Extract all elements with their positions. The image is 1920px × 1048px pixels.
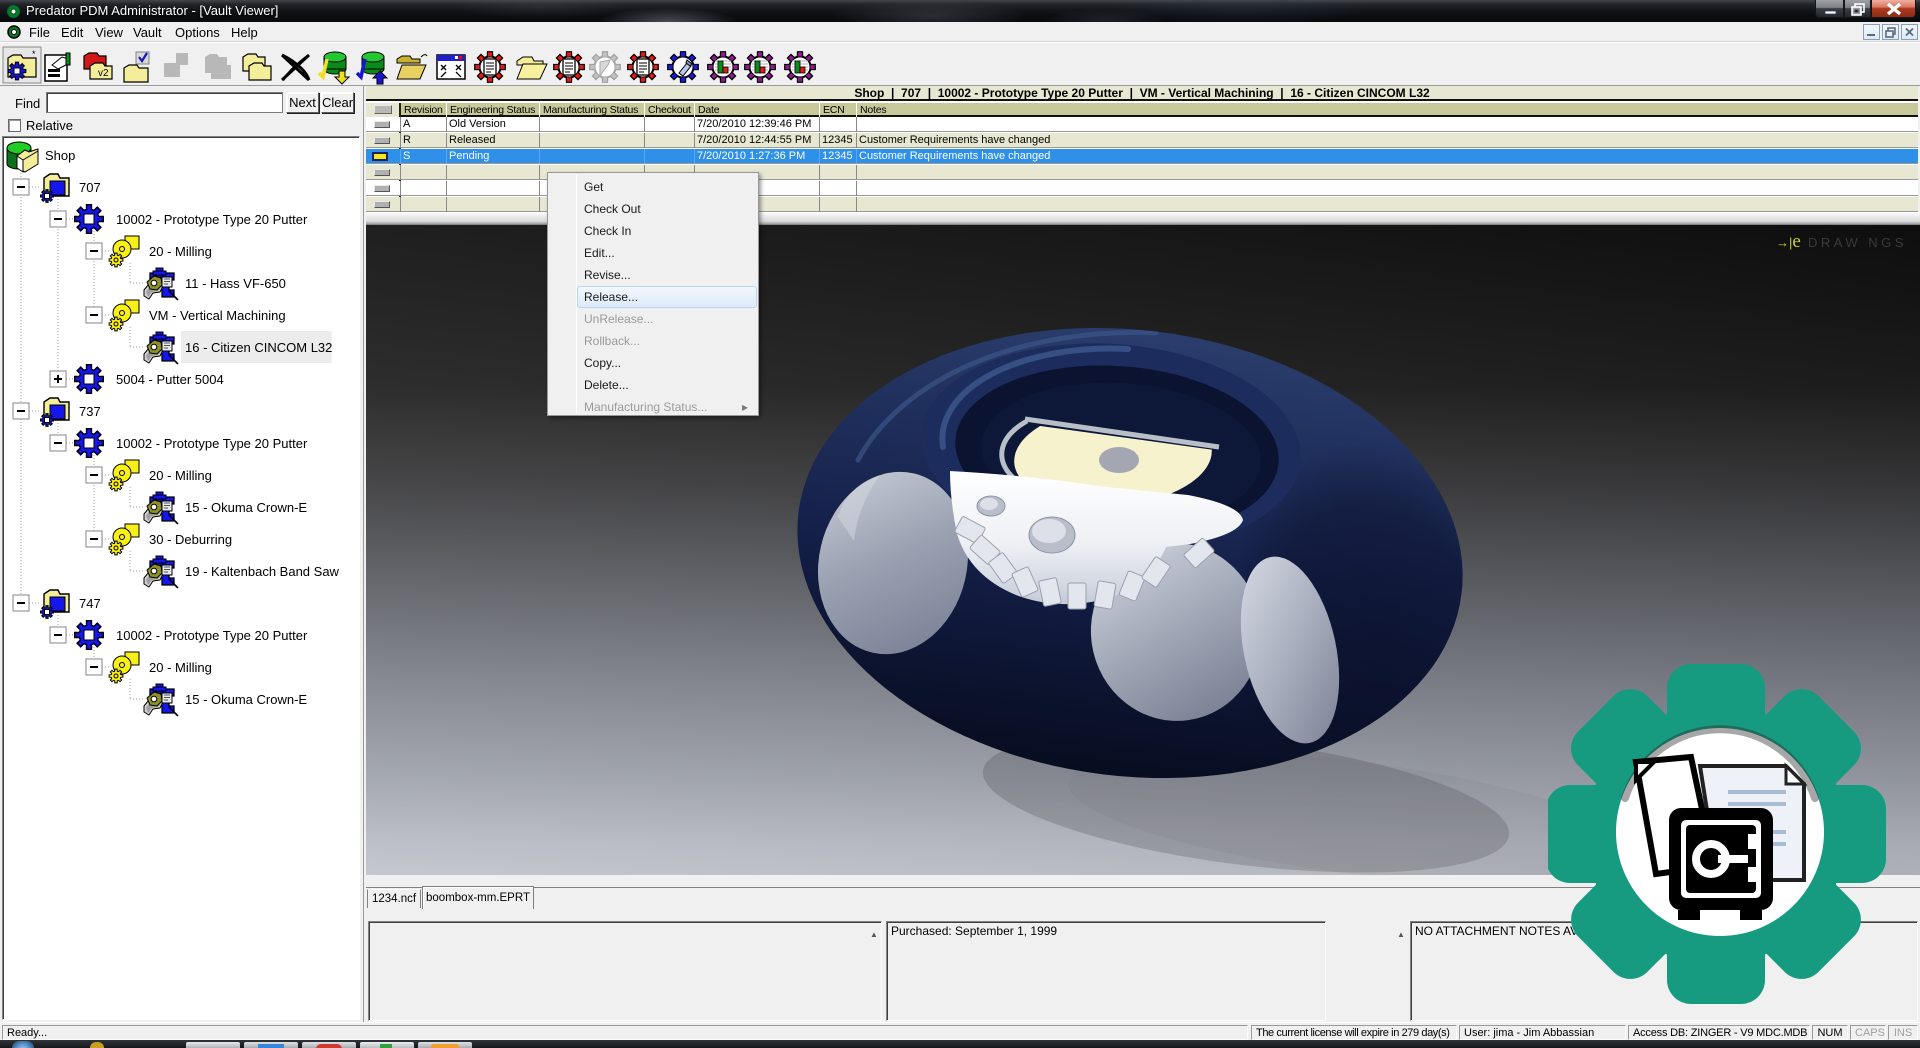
svg-text:19 - Kaltenbach Band Saw: 19 - Kaltenbach Band Saw xyxy=(185,564,340,579)
svg-text:*: * xyxy=(32,49,36,59)
svg-text:VM - Vertical Machining: VM - Vertical Machining xyxy=(149,308,286,323)
svg-text:Shop: Shop xyxy=(45,148,75,163)
svg-text:30 - Deburring: 30 - Deburring xyxy=(149,532,232,547)
svg-text:707: 707 xyxy=(79,180,101,195)
svg-text:5004 - Putter 5004: 5004 - Putter 5004 xyxy=(116,372,224,387)
svg-text:20 - Milling: 20 - Milling xyxy=(149,244,212,259)
svg-text:11 - Hass VF-650: 11 - Hass VF-650 xyxy=(185,276,286,291)
svg-text:20 - Milling: 20 - Milling xyxy=(149,660,212,675)
svg-text:10002 - Prototype Type 20 Putt: 10002 - Prototype Type 20 Putter xyxy=(116,436,308,451)
svg-text:10002 - Prototype Type 20 Putt: 10002 - Prototype Type 20 Putter xyxy=(116,212,308,227)
svg-text:20 - Milling: 20 - Milling xyxy=(149,468,212,483)
svg-text:16 - Citizen CINCOM L32: 16 - Citizen CINCOM L32 xyxy=(185,340,332,355)
svg-text:747: 747 xyxy=(79,596,101,611)
svg-text:15 - Okuma Crown-E: 15 - Okuma Crown-E xyxy=(185,692,307,707)
svg-text:15 - Okuma Crown-E: 15 - Okuma Crown-E xyxy=(185,500,307,515)
svg-text:737: 737 xyxy=(79,404,101,419)
svg-text:v2: v2 xyxy=(98,68,109,79)
svg-text:10002 - Prototype Type 20 Putt: 10002 - Prototype Type 20 Putter xyxy=(116,628,308,643)
